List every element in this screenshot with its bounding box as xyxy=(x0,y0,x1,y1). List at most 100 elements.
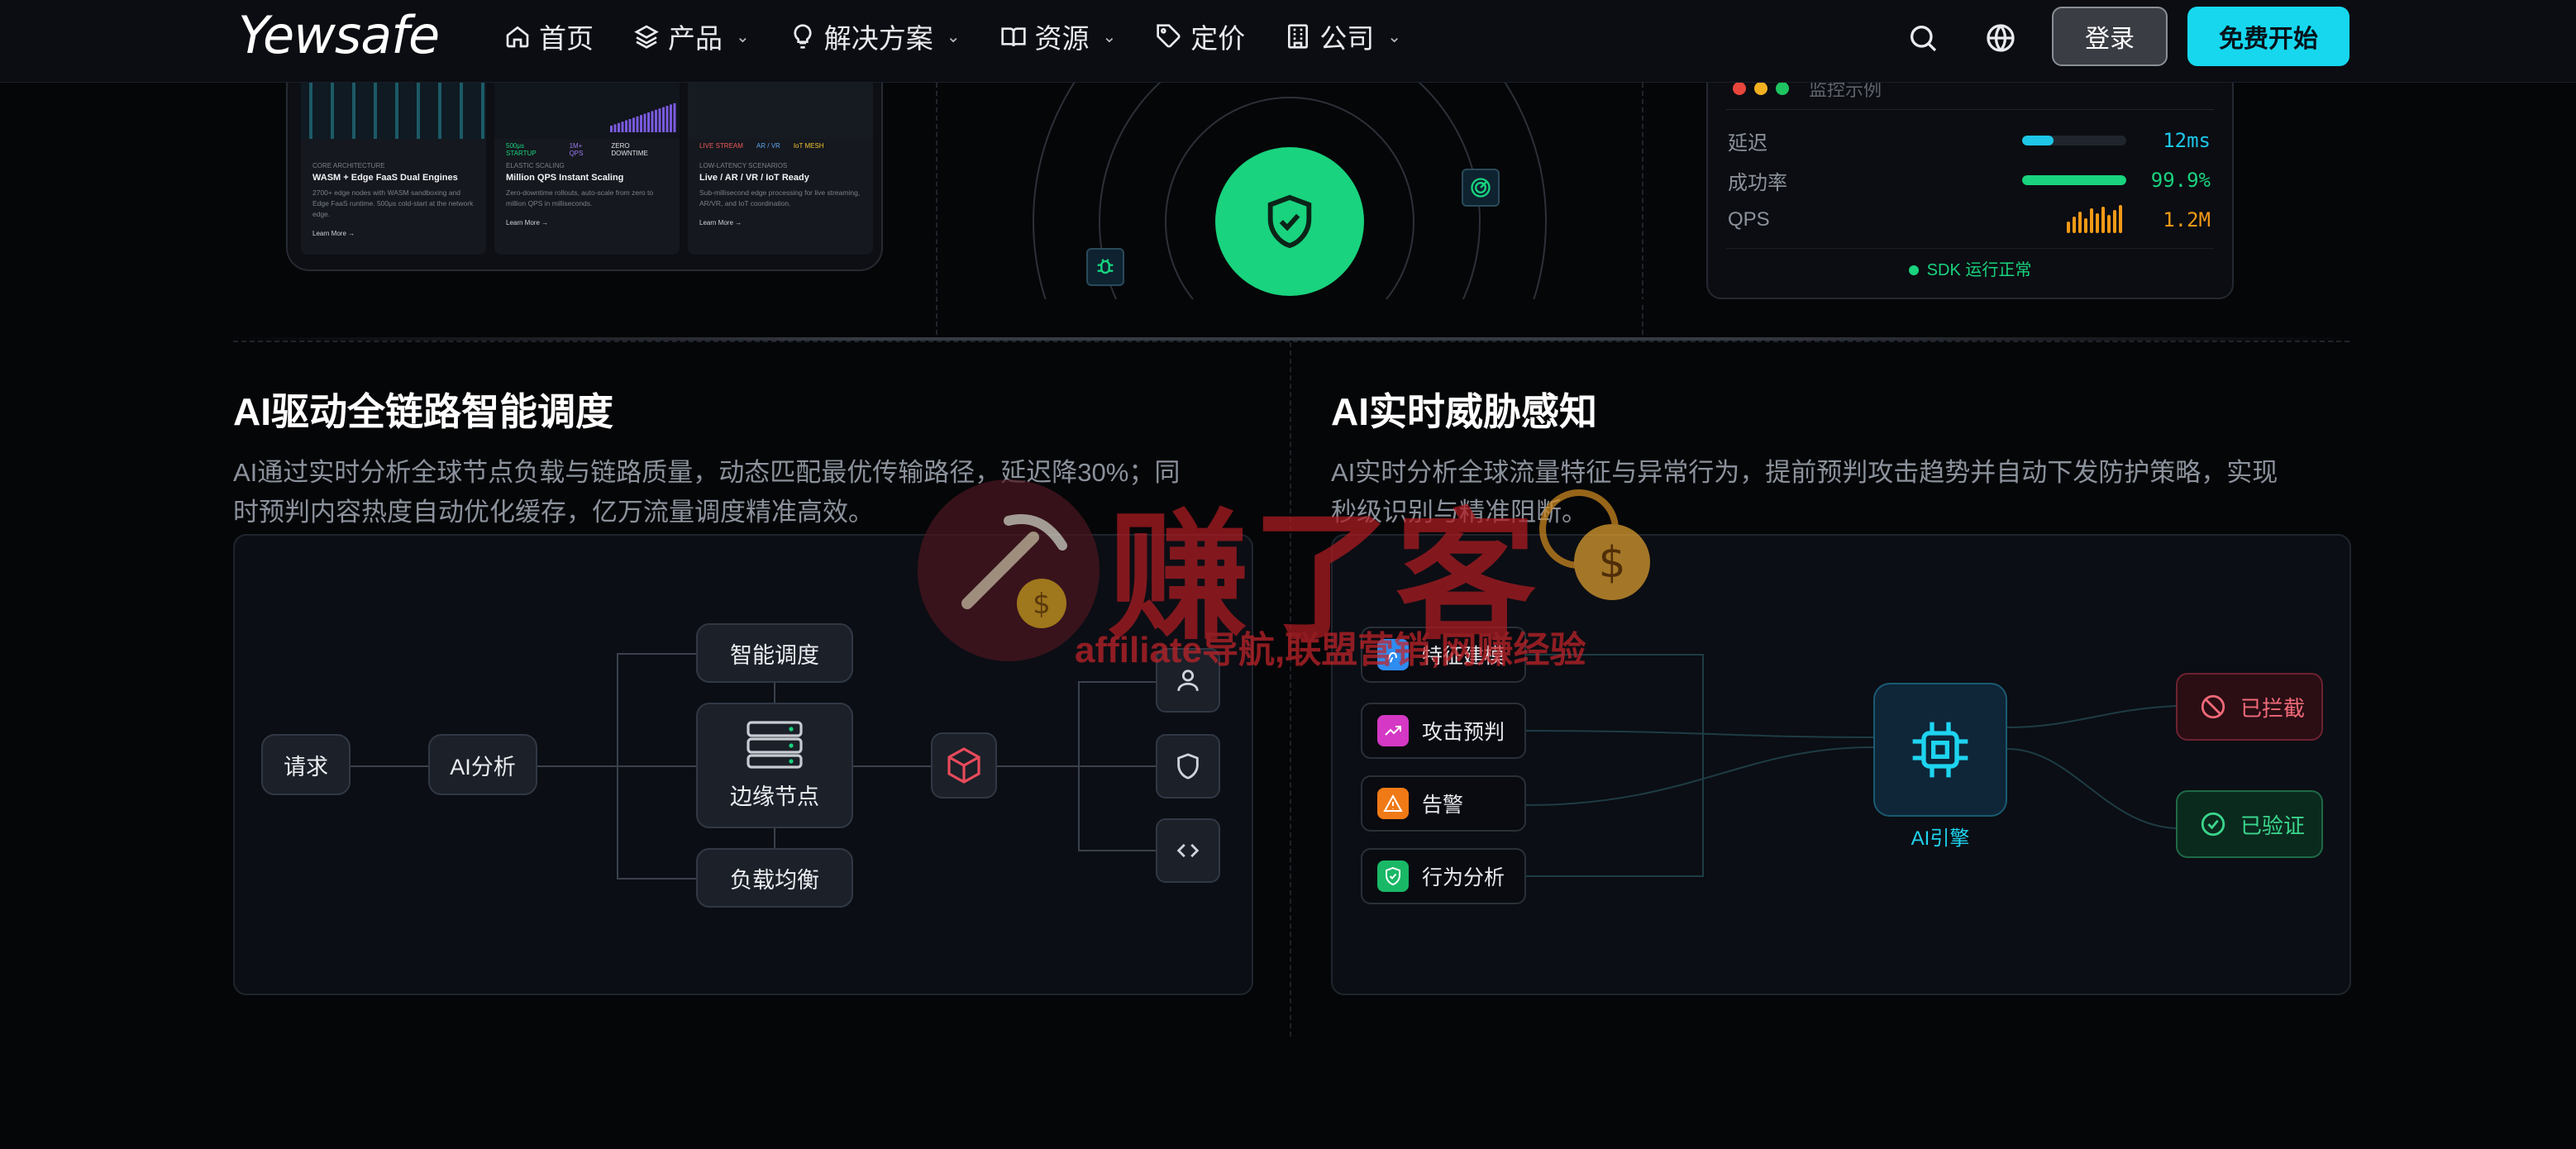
qps-bar xyxy=(2078,212,2082,233)
monitor-panel: 监控示例 延迟 12ms 成功率 99.9% QPS 1.2M SDK 运行正常 xyxy=(1706,74,2234,299)
free-start-button[interactable]: 免费开始 xyxy=(2187,7,2349,66)
book-icon xyxy=(1000,27,1026,47)
card-desc: Zero-downtime rollouts, auto-scale from … xyxy=(506,188,654,207)
card-kicker: CORE ARCHITECTURE xyxy=(312,162,385,169)
edge-node-label: 边缘节点 xyxy=(730,784,819,809)
nav-item-products[interactable]: 产品 ⌄ xyxy=(633,18,750,55)
card-desc: 2700+ edge nodes with WASM sandboxing an… xyxy=(312,188,474,218)
mini-bar xyxy=(636,116,639,132)
blocked-badge: 已拦截 xyxy=(2176,673,2323,741)
chevron-down-icon: ⌄ xyxy=(1387,27,1402,46)
metric-value: 1.2M xyxy=(2163,208,2211,231)
section-divider-glow xyxy=(233,337,2349,341)
top-navbar: Yewsafe 首页 产品 ⌄ 解决方案 ⌄ 资源 ⌄ 定价 公司 ⌄ 登录 免… xyxy=(0,0,2576,83)
mini-feature-card: CORE ARCHITECTURE WASM + Edge FaaS Dual … xyxy=(301,83,486,255)
card-title: WASM + Edge FaaS Dual Engines xyxy=(312,173,458,183)
fingerprint-icon xyxy=(1377,639,1409,670)
nav-item-company[interactable]: 公司 ⌄ xyxy=(1285,18,1401,55)
learn-more-link[interactable]: Learn More → xyxy=(301,220,486,247)
metric-label: 延迟 xyxy=(1728,131,1767,155)
edge-node: 边缘节点 xyxy=(696,703,853,828)
feature-screenshot: CORE ARCHITECTURE WASM + Edge FaaS Dual … xyxy=(286,83,883,271)
mini-bar xyxy=(670,104,672,132)
smart-dispatch-node: 智能调度 xyxy=(696,623,853,683)
risk-item-alert: 告警 xyxy=(1361,775,1526,832)
building-icon xyxy=(1288,24,1309,49)
qps-bar xyxy=(2119,205,2122,233)
metric-bar xyxy=(2022,175,2126,185)
metric-row-latency: 延迟 12ms xyxy=(1728,124,2216,157)
qps-bar xyxy=(2113,210,2116,233)
mini-bar-graphic xyxy=(610,103,676,132)
nav-label: 解决方案 xyxy=(823,23,933,54)
shield-check-icon xyxy=(1215,147,1364,296)
qps-bar xyxy=(2107,215,2111,233)
mini-bar xyxy=(618,122,620,132)
mini-bar xyxy=(643,113,646,132)
mini-bar xyxy=(628,119,632,132)
home-icon xyxy=(506,26,529,48)
user-icon xyxy=(1156,648,1220,713)
server-icon xyxy=(747,720,803,769)
shield-check-icon xyxy=(1377,861,1409,892)
mini-bar xyxy=(665,106,669,132)
nav-item-home[interactable]: 首页 xyxy=(504,18,594,55)
search-icon[interactable] xyxy=(1906,21,1939,55)
nav-label: 资源 xyxy=(1034,23,1090,54)
learn-more-link[interactable]: Learn More → xyxy=(688,209,873,236)
qps-bar xyxy=(2067,222,2070,233)
metric-row-success: 成功率 99.9% xyxy=(1728,164,2216,197)
nav-item-solutions[interactable]: 解决方案 ⌄ xyxy=(789,18,961,55)
nav-item-pricing[interactable]: 定价 xyxy=(1156,18,1245,55)
nav-item-resources[interactable]: 资源 ⌄ xyxy=(1000,18,1116,55)
globe-icon[interactable] xyxy=(1984,21,2017,55)
code-icon xyxy=(1156,818,1220,883)
mini-bar xyxy=(621,122,624,132)
cpu-icon xyxy=(1873,683,2007,817)
mini-bar xyxy=(613,124,617,132)
tag: 1M+ QPS xyxy=(569,142,584,157)
verified-label: 已验证 xyxy=(2240,813,2306,838)
brand-logo[interactable]: Yewsafe xyxy=(238,5,440,65)
tag: 500μs STARTUP xyxy=(506,142,537,157)
risk-label: 攻击预判 xyxy=(1422,721,1505,744)
card-title: Million QPS Instant Scaling xyxy=(506,173,624,183)
tag-row: 500μs STARTUP 1M+ QPS ZERO DOWNTIME xyxy=(494,139,680,157)
section-desc: AI实时分析全球流量特征与异常行为，提前预判攻击趋势并自动下发防护策略，实现 秒… xyxy=(1331,458,2278,527)
login-button[interactable]: 登录 xyxy=(2052,7,2168,66)
mini-bar xyxy=(610,126,613,132)
risk-label: 告警 xyxy=(1422,794,1464,817)
mini-bar xyxy=(658,108,661,132)
risk-item-modeling: 特征建模 xyxy=(1361,627,1526,683)
learn-more-link[interactable]: Learn More → xyxy=(494,209,680,236)
qps-bar xyxy=(2101,207,2105,233)
maximize-dot xyxy=(1776,82,1789,95)
mini-bar xyxy=(651,111,654,132)
metric-bar xyxy=(2022,136,2126,145)
mini-bar xyxy=(647,112,650,132)
nav-label: 首页 xyxy=(539,23,594,54)
blocked-label: 已拦截 xyxy=(2240,695,2306,721)
mini-bar xyxy=(625,120,627,132)
threat-flow-lines xyxy=(1526,654,2177,877)
mini-bar xyxy=(662,107,665,132)
chevron-down-icon: ⌄ xyxy=(736,27,750,46)
server-rack-image xyxy=(301,83,486,139)
tag-row: LIVE STREAM AR / VR IoT MESH xyxy=(688,139,873,157)
metric-label: QPS xyxy=(1728,208,1770,231)
ai-engine-label: AI引擎 xyxy=(1911,827,1970,850)
bars-image xyxy=(494,83,680,139)
sdk-status: SDK 运行正常 xyxy=(1708,256,2232,280)
mini-bar xyxy=(632,117,635,132)
mini-bar xyxy=(640,115,642,132)
ban-icon xyxy=(2201,694,2225,719)
tag: ZERO DOWNTIME xyxy=(611,142,648,157)
tag-icon xyxy=(1157,24,1181,48)
column-divider xyxy=(1290,342,1291,1037)
mini-bar xyxy=(655,109,657,132)
mini-feature-card: 500μs STARTUP 1M+ QPS ZERO DOWNTIME ELAS… xyxy=(494,83,680,255)
lightbulb-icon xyxy=(794,24,812,49)
metric-value: 99.9% xyxy=(2150,169,2211,192)
nav-label: 产品 xyxy=(668,23,723,54)
ai-analysis-node: AI分析 xyxy=(428,734,537,795)
